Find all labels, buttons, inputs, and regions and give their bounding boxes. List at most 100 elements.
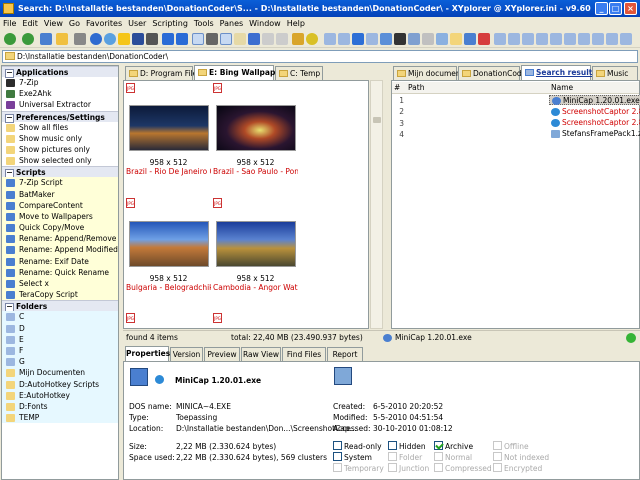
menu-window[interactable]: Window [246,17,284,30]
preview-icon[interactable] [436,33,448,45]
catalog-item[interactable]: Show music only [2,133,118,144]
tab-program-files[interactable]: D: Program Files [125,66,201,80]
script-icon[interactable] [408,33,420,45]
new-file-icon[interactable] [262,33,274,45]
star-icon[interactable] [118,33,130,45]
tab-search-results[interactable]: Search results [521,65,597,80]
pane2-icon[interactable] [508,33,520,45]
script-item[interactable]: Rename: Append Modified Date [2,244,118,256]
search-icon[interactable] [90,33,102,45]
list-icon[interactable] [366,33,378,45]
paste-icon[interactable] [220,33,232,45]
script-item[interactable]: Select x [2,278,118,290]
script-item[interactable]: TeraCopy Script [2,289,118,301]
tab-version[interactable]: Version [170,347,203,361]
copy-icon[interactable] [192,33,204,45]
thumbnail-item[interactable]: 958 x 512 Cambodia - Angor Wat 0... [213,221,298,292]
split-icon[interactable] [564,33,576,45]
script-item[interactable]: Rename: Quick Rename [2,266,118,278]
go-icon[interactable] [464,33,476,45]
tab-preview[interactable]: Preview [204,347,240,361]
archive-checkbox[interactable] [434,441,443,450]
tab-find-files[interactable]: Find Files [282,347,326,361]
maximize-button[interactable]: □ [609,2,622,15]
minimize-button[interactable]: _ [595,2,608,15]
tab-music[interactable]: Music [592,66,638,80]
favorites-icon[interactable] [56,33,68,45]
menu-go[interactable]: Go [66,17,83,30]
pin-icon[interactable] [478,33,490,45]
menu-tools[interactable]: Tools [191,17,217,30]
clipboard-icon[interactable] [234,33,246,45]
thumbnail-item[interactable]: 958 x 512 Bulgaria - Belogradchik - ... [126,221,211,292]
address-input[interactable]: D:\Installatie bestanden\DonationCoder\ [2,50,638,63]
file-row[interactable]: ScreenshotCaptor 2.83.02 [549,107,640,117]
forward-icon[interactable] [22,33,34,45]
menu-favorites[interactable]: Favorites [83,17,125,30]
scroll-thumb[interactable] [373,117,381,123]
menu-user[interactable]: User [125,17,149,30]
view-icon[interactable] [146,33,158,45]
hidden-checkbox[interactable] [388,441,397,450]
new-folder-icon[interactable] [276,33,288,45]
catalog-item[interactable]: 7-Zip [2,77,118,88]
column-header-path[interactable]: Path [404,82,547,94]
properties-icon[interactable] [248,33,260,45]
catalog-item[interactable]: Exe2Ahk [2,88,118,99]
menu-view[interactable]: View [41,17,66,30]
catalog-item[interactable]: Show pictures only [2,144,118,155]
script-item[interactable]: Move to Wallpapers [2,210,118,223]
folder-item[interactable]: F [2,344,118,357]
catalog-item[interactable]: Universal Extractor [2,99,118,110]
folder-icon[interactable] [450,33,462,45]
close-button[interactable]: × [624,2,637,15]
script-item[interactable]: 7-Zip Script [2,177,118,189]
up-icon[interactable] [40,33,52,45]
section-scripts[interactable]: Scripts [2,166,118,179]
menu-edit[interactable]: Edit [19,17,41,30]
sync-icon[interactable] [606,33,618,45]
thumbnail-item[interactable]: 958 x 512 Brazil - Sao Paulo - Pont... [213,105,298,176]
details-icon[interactable] [380,33,392,45]
swap-icon[interactable] [620,33,632,45]
panel-icon[interactable] [338,33,350,45]
catalog-item[interactable]: Show selected only [2,155,118,166]
menu-scripting[interactable]: Scripting [149,17,191,30]
folder-item[interactable]: D [2,322,118,334]
section-folders[interactable]: Folders [2,300,118,313]
folder-item[interactable]: C [2,311,118,323]
menu-panes[interactable]: Panes [217,17,247,30]
layout-icon[interactable] [324,33,336,45]
tab-properties[interactable]: Properties [125,346,170,361]
vertical-scrollbar[interactable] [370,80,383,329]
back-icon[interactable] [4,33,16,45]
nuke-icon[interactable] [306,33,318,45]
menu-file[interactable]: File [0,17,19,30]
filter-icon[interactable] [132,33,144,45]
horizontal-icon[interactable] [578,33,590,45]
script-item[interactable]: Rename: Append/Remove .bak [2,233,118,245]
folder-item[interactable]: D:Fonts [2,400,118,413]
catalog-item[interactable]: Show all files [2,122,118,133]
pane1-icon[interactable] [494,33,506,45]
cut-icon[interactable] [206,33,218,45]
script-item[interactable]: BatMaker [2,188,118,200]
file-row[interactable]: StefansFramePack1.zip [549,129,640,139]
pane4-icon[interactable] [536,33,548,45]
folder-item[interactable]: E [2,333,118,345]
readonly-checkbox[interactable] [333,441,342,450]
script-item[interactable]: Quick Copy/Move [2,222,118,234]
folder-item[interactable]: G [2,356,118,368]
system-checkbox[interactable] [333,452,342,461]
find-icon[interactable] [104,33,116,45]
redo-icon[interactable] [176,33,188,45]
vertical-icon[interactable] [592,33,604,45]
section-preferences[interactable]: Preferences/Settings [2,110,118,123]
tab-mijn-documenten[interactable]: Mijn documenten [393,66,473,80]
recent-icon[interactable] [74,33,86,45]
folder-item[interactable]: D:AutoHotkey Scripts [2,378,118,390]
folder-item[interactable]: TEMP [2,412,118,424]
folder-item[interactable]: Mijn Documenten [2,367,118,379]
tab-temp[interactable]: C: Temp [275,66,323,80]
terminal-icon[interactable] [394,33,406,45]
